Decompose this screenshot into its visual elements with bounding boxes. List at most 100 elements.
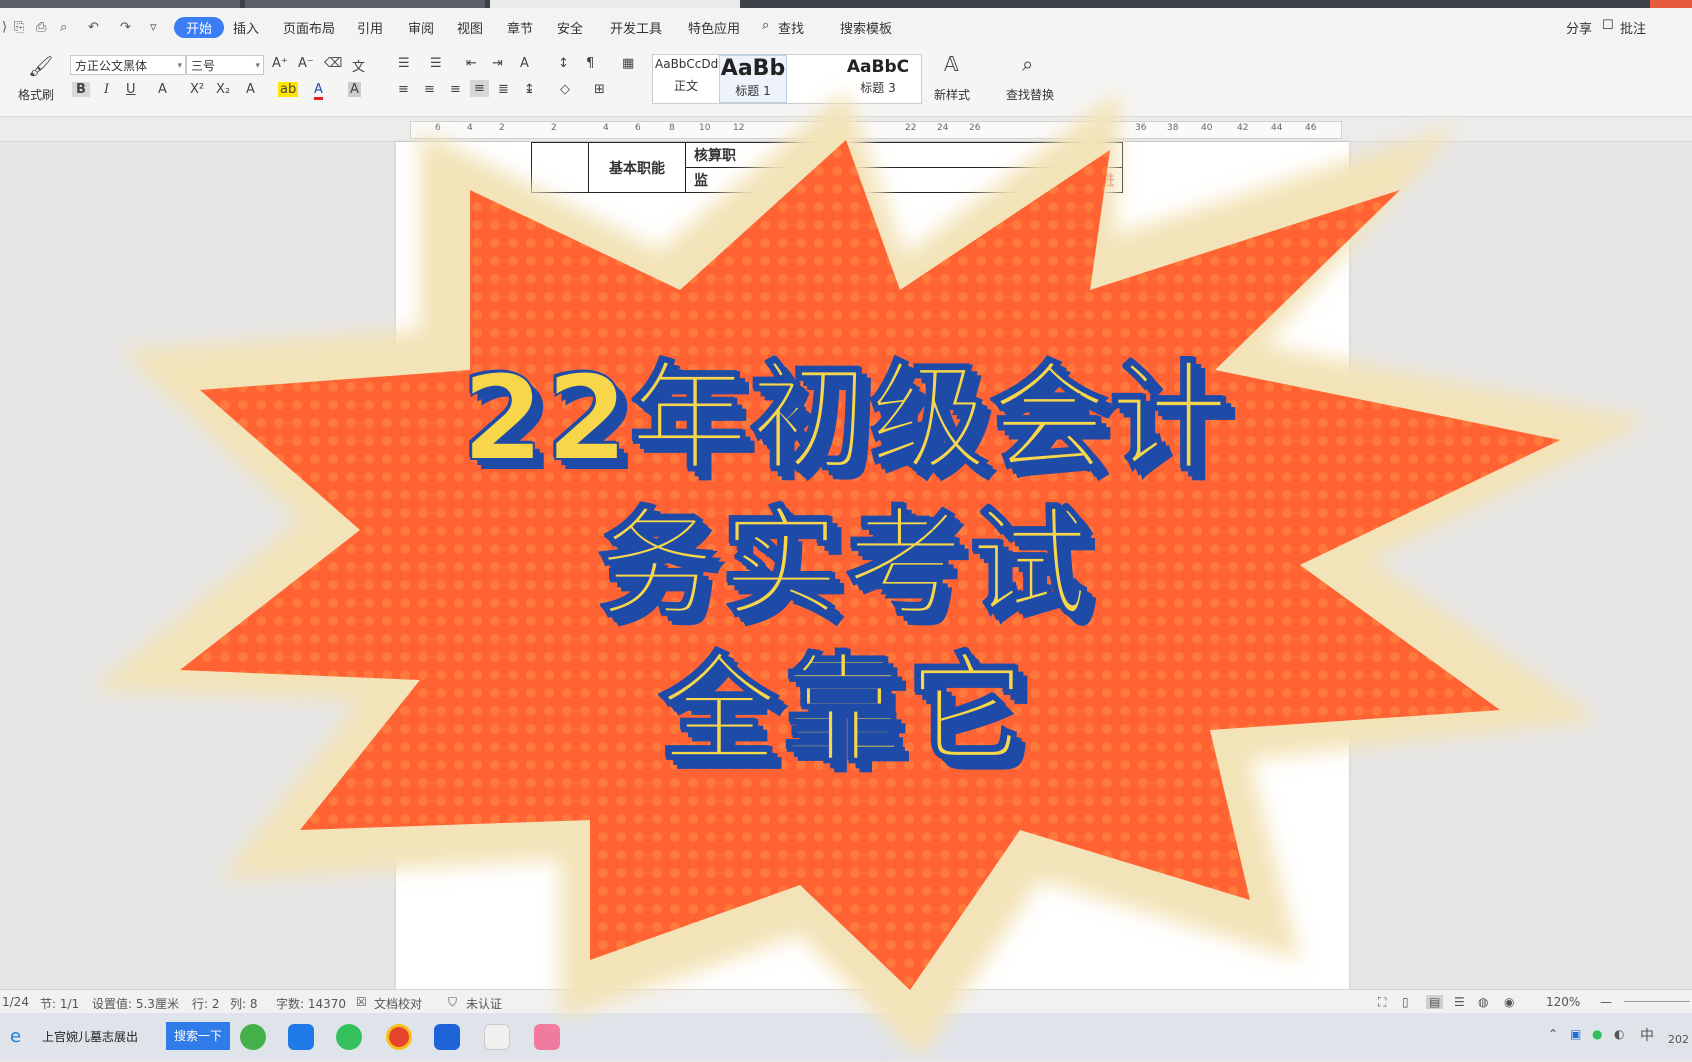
zoom-out-icon[interactable]: — <box>1600 995 1612 1009</box>
window-close-button[interactable] <box>1650 0 1692 8</box>
tab-insert[interactable]: 插入 <box>233 18 259 37</box>
fullscreen-icon[interactable]: ⛶ <box>1378 995 1386 1010</box>
zoom-slider[interactable] <box>1624 1001 1690 1002</box>
sort-icon[interactable]: ↕ <box>558 56 569 71</box>
new-style-button[interactable]: 新样式 <box>934 86 970 103</box>
tray-expand-icon[interactable]: ⌃ <box>1548 1027 1558 1041</box>
tab-special-apps[interactable]: 特色应用 <box>688 18 740 37</box>
table-layout-icon[interactable]: ▦ <box>622 56 634 71</box>
tab-chapter[interactable]: 章节 <box>507 18 533 37</box>
align-center-icon[interactable]: ≡ <box>424 82 435 97</box>
grow-font-icon[interactable]: A⁺ <box>272 56 288 71</box>
shading-icon[interactable]: ◇ <box>560 82 570 97</box>
align-right-icon[interactable]: ≡ <box>450 82 461 97</box>
font-name-select[interactable]: 方正公文黑体 ▾ <box>70 55 186 75</box>
format-painter-label[interactable]: 格式刷 <box>18 86 54 103</box>
taskbar-search-button[interactable]: 搜索一下 <box>166 1022 231 1050</box>
align-left-icon[interactable]: ≡ <box>398 82 409 97</box>
search-template-menu[interactable]: 搜索模板 <box>840 18 892 37</box>
bullets-icon[interactable]: ☰ <box>398 56 410 71</box>
justify-icon[interactable]: ≡ <box>470 80 489 97</box>
line-spacing-icon[interactable]: ↨ <box>524 82 535 97</box>
file-icon[interactable] <box>484 1024 510 1050</box>
table-cell[interactable] <box>531 142 589 193</box>
zoom-level[interactable]: 120% <box>1546 995 1580 1009</box>
comment-icon[interactable]: ☐ <box>1602 18 1614 33</box>
text-direction-icon[interactable]: A <box>520 56 529 71</box>
tab-home[interactable]: 开始 <box>174 17 225 38</box>
search-icon[interactable]: ⌕ <box>1022 52 1033 76</box>
underline-button[interactable]: U <box>126 82 136 97</box>
taskbar-search-text[interactable]: 上官婉儿墓志展出 <box>42 1028 138 1045</box>
ie-icon[interactable]: e <box>10 1026 21 1047</box>
phonetic-icon[interactable]: 文 <box>352 56 365 75</box>
style-heading-1[interactable]: AaBb 标题 1 <box>719 55 787 103</box>
window-tab[interactable] <box>245 0 485 8</box>
subscript-button[interactable]: X₂ <box>216 82 230 97</box>
print-preview-icon[interactable]: ⌕ <box>60 20 67 35</box>
bold-button[interactable]: B <box>72 82 90 97</box>
tray-wechat-icon[interactable]: ● <box>1592 1027 1602 1041</box>
distribute-icon[interactable]: ≣ <box>498 82 509 97</box>
customize-dropdown-icon[interactable]: ▿ <box>150 20 157 35</box>
media-icon[interactable] <box>534 1024 560 1050</box>
horizontal-ruler[interactable]: 6 4 2 2 4 6 8 10 12 22 24 26 36 38 40 42… <box>0 117 1692 142</box>
decrease-indent-icon[interactable]: ⇤ <box>466 56 477 71</box>
tab-developer[interactable]: 开发工具 <box>610 18 662 37</box>
shrink-font-icon[interactable]: A⁻ <box>298 56 314 71</box>
comment-button[interactable]: 批注 <box>1620 18 1646 37</box>
app-icon[interactable] <box>288 1024 314 1050</box>
table-cell-label[interactable]: 基本职能 <box>588 142 686 193</box>
tab-references[interactable]: 引用 <box>357 18 383 37</box>
numbering-icon[interactable]: ☰ <box>430 56 442 71</box>
two-page-icon[interactable]: ▯ <box>1402 995 1409 1009</box>
strikethrough-button[interactable]: A <box>158 82 167 97</box>
tab-security[interactable]: 安全 <box>557 18 583 37</box>
find-menu[interactable]: 查找 <box>778 18 804 37</box>
tab-view[interactable]: 视图 <box>457 18 483 37</box>
clear-format-icon[interactable]: ⌫ <box>324 56 342 71</box>
proofread-icon[interactable]: ☒ <box>356 995 367 1009</box>
page-indicator[interactable]: 1/24 <box>2 995 29 1009</box>
print-icon[interactable]: ⎙ <box>36 20 46 35</box>
char-shading-button[interactable]: A <box>348 82 361 97</box>
italic-button[interactable]: I <box>104 82 109 97</box>
tray-app-icon[interactable]: ▣ <box>1570 1027 1581 1041</box>
table-cell[interactable]: 核算职 <box>685 142 1123 168</box>
cut-icon[interactable]: ⟩ <box>2 20 7 35</box>
text-effect-button[interactable]: A <box>246 82 255 97</box>
undo-icon[interactable]: ↶ <box>88 20 99 35</box>
window-tab-active[interactable] <box>490 0 740 8</box>
outline-view-icon[interactable]: ☰ <box>1454 995 1465 1009</box>
format-painter-icon[interactable]: 🖌 <box>28 54 53 78</box>
redo-icon[interactable]: ↷ <box>120 20 131 35</box>
ime-indicator[interactable]: 中 <box>1640 1025 1654 1045</box>
word-count[interactable]: 字数: 14370 <box>276 995 346 1012</box>
wechat-icon[interactable] <box>336 1024 362 1050</box>
tab-page-layout[interactable]: 页面布局 <box>283 18 335 37</box>
document-page[interactable]: 基本职能 核算职 监 理性进 <box>396 142 1349 989</box>
proofread-button[interactable]: 文档校对 <box>374 995 422 1012</box>
web-view-icon[interactable]: ◍ <box>1478 995 1488 1009</box>
font-size-select[interactable]: 三号 ▾ <box>186 55 264 75</box>
eye-icon[interactable]: ◉ <box>1504 995 1514 1009</box>
style-heading-3[interactable]: AaBbC 标题 3 <box>843 57 913 96</box>
window-tab[interactable] <box>0 0 240 8</box>
show-marks-icon[interactable]: ¶ <box>586 56 594 71</box>
highlight-button[interactable]: ab <box>278 82 299 97</box>
tab-review[interactable]: 审阅 <box>408 18 434 37</box>
wps-icon[interactable] <box>434 1024 460 1050</box>
clock[interactable]: 202 <box>1668 1033 1689 1046</box>
save-icon[interactable]: ⎘ <box>14 20 24 35</box>
borders-icon[interactable]: ⊞ <box>594 82 605 97</box>
new-style-icon[interactable]: 𝔸 <box>944 52 959 76</box>
increase-indent-icon[interactable]: ⇥ <box>492 56 503 71</box>
browser-icon[interactable] <box>240 1024 266 1050</box>
superscript-button[interactable]: X² <box>190 82 204 97</box>
auth-status[interactable]: 未认证 <box>466 995 502 1012</box>
tray-volume-icon[interactable]: ◐ <box>1614 1027 1624 1041</box>
chrome-icon[interactable] <box>386 1024 412 1050</box>
find-replace-button[interactable]: 查找替换 <box>1006 86 1054 103</box>
style-normal[interactable]: AaBbCcDd 正文 <box>655 57 718 94</box>
page-view-icon[interactable]: ▤ <box>1426 995 1444 1009</box>
